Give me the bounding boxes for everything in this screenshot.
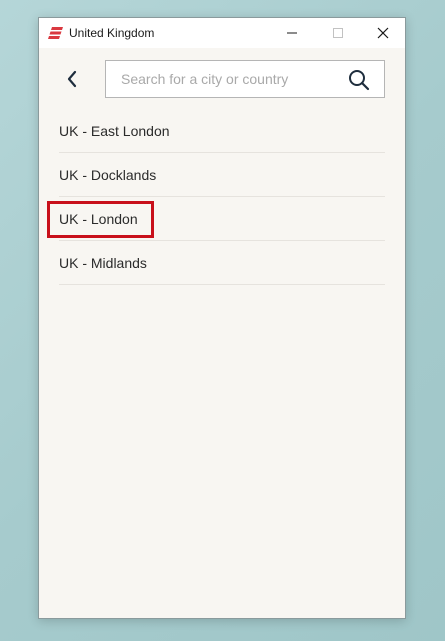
location-item[interactable]: UK - East London bbox=[59, 109, 385, 153]
location-item-selected[interactable]: UK - London bbox=[47, 197, 385, 241]
back-button[interactable] bbox=[61, 65, 83, 93]
location-label: UK - Docklands bbox=[59, 167, 157, 183]
minimize-button[interactable] bbox=[269, 18, 315, 48]
search-box bbox=[105, 60, 385, 98]
expressvpn-logo-icon bbox=[48, 26, 64, 40]
location-list: UK - East London UK - Docklands UK - Lon… bbox=[47, 109, 385, 285]
location-label: UK - London bbox=[59, 211, 138, 227]
search-icon[interactable] bbox=[348, 69, 370, 91]
app-window: United Kingdom Search for a city or coun… bbox=[38, 17, 406, 619]
close-icon bbox=[377, 27, 389, 39]
chevron-left-icon bbox=[67, 70, 77, 88]
search-input[interactable] bbox=[106, 61, 336, 97]
minimize-icon bbox=[287, 32, 297, 34]
title-bar: United Kingdom bbox=[39, 18, 405, 48]
window-title: United Kingdom bbox=[69, 26, 155, 40]
close-button[interactable] bbox=[360, 18, 406, 48]
maximize-icon bbox=[333, 28, 343, 38]
location-item[interactable]: UK - Midlands bbox=[59, 241, 385, 285]
maximize-button[interactable] bbox=[315, 18, 361, 48]
location-item[interactable]: UK - Docklands bbox=[59, 153, 385, 197]
location-label: UK - East London bbox=[59, 123, 170, 139]
location-label: UK - Midlands bbox=[59, 255, 147, 271]
